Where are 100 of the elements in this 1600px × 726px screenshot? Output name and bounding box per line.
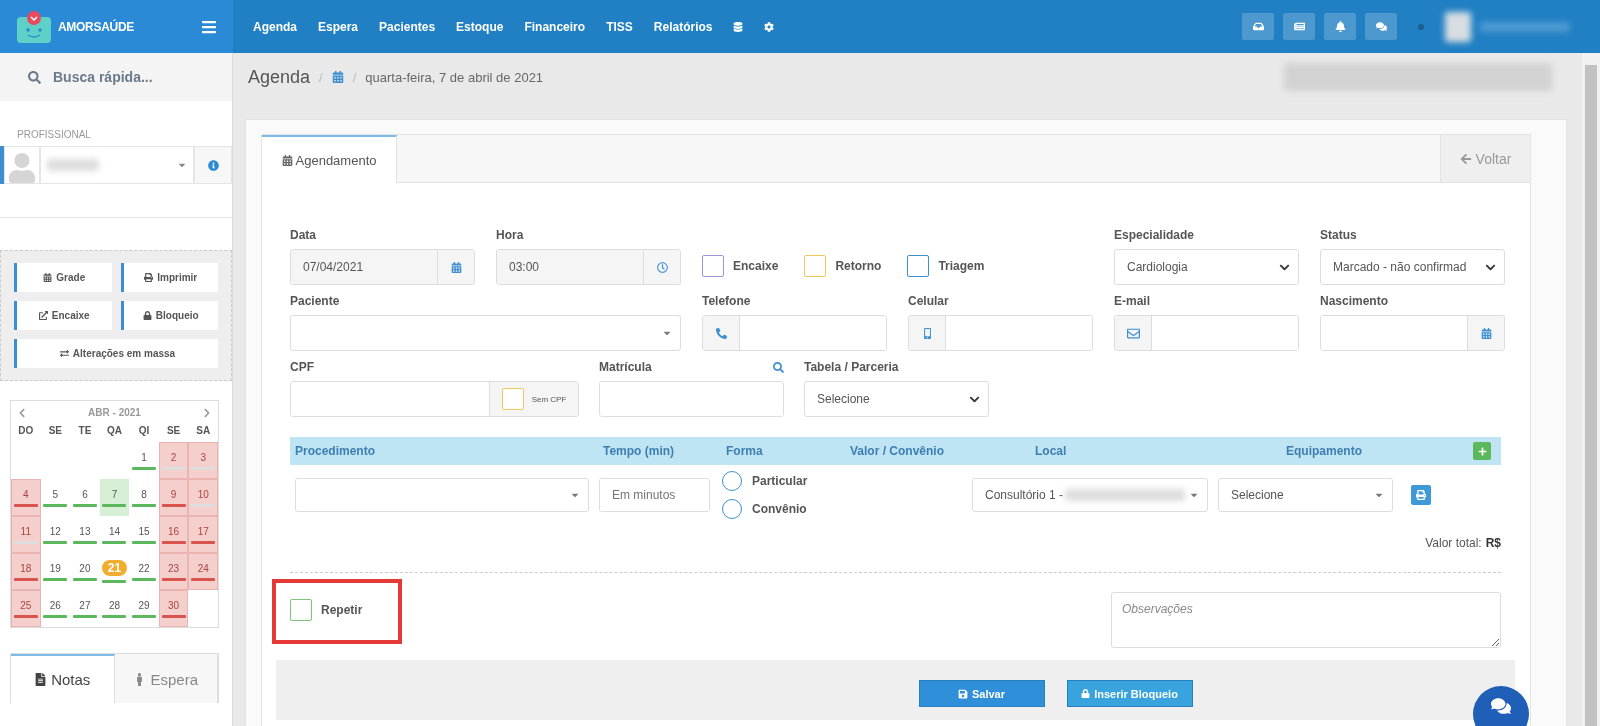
patient-select[interactable] [290, 315, 681, 351]
text-input[interactable]: 03:00 [497, 250, 643, 284]
radio-option[interactable]: Convênio [722, 499, 962, 519]
cpf-field[interactable]: Sem CPF [290, 381, 579, 417]
calendar-day[interactable]: 18 [11, 553, 41, 590]
calendar-day[interactable]: 24 [188, 553, 218, 590]
nav-link[interactable]: Relatórios [653, 19, 713, 34]
menu-icon[interactable] [201, 18, 217, 35]
table-select[interactable]: Selecione [804, 381, 989, 417]
checkbox[interactable] [501, 388, 524, 410]
column-header: Forma [726, 444, 764, 458]
calendar-day[interactable]: 4 [11, 479, 41, 516]
nav-link[interactable]: Espera [318, 19, 359, 34]
mobile-field[interactable] [908, 315, 1093, 351]
checkbox-option[interactable]: Retorno [804, 255, 882, 277]
radio-option[interactable]: Particular [722, 471, 962, 491]
action-button[interactable]: Grade [14, 263, 112, 292]
location-select[interactable]: Consultório 1 - [972, 478, 1208, 512]
phone-field[interactable] [702, 315, 887, 351]
bell-icon [1334, 21, 1346, 32]
printer-icon [144, 273, 154, 282]
calendar-day[interactable]: 11 [11, 516, 41, 553]
plus-icon [1477, 446, 1487, 456]
equipment-select[interactable]: Selecione [1218, 478, 1393, 512]
calendar-icon [43, 273, 53, 282]
search-icon[interactable] [773, 361, 784, 373]
calendar-day[interactable]: 25 [11, 590, 41, 627]
calendar-day[interactable]: 2 [158, 442, 189, 479]
nav-link[interactable]: Agenda [253, 19, 297, 34]
calendar-day[interactable]: 9 [158, 479, 189, 516]
birthdate-field[interactable] [1320, 315, 1505, 351]
scrollbar[interactable] [1582, 53, 1600, 726]
field-label: Especialidade [1114, 228, 1196, 242]
envelope-icon [1126, 326, 1140, 340]
database-icon[interactable] [733, 21, 744, 32]
page-title: Agenda [248, 66, 311, 88]
specialty-select[interactable]: Cardiologia [1114, 249, 1299, 285]
field-label: Celular [908, 294, 950, 308]
calendar-day[interactable]: 17 [188, 516, 218, 553]
add-button[interactable] [1473, 442, 1491, 460]
calendar-day[interactable]: 16 [158, 516, 189, 553]
form-tab[interactable]: Agendamento [262, 135, 397, 183]
brand-name: AMORSAÚDE [58, 19, 134, 34]
field-label: Status [1320, 228, 1358, 242]
notes-field[interactable]: Observações [1111, 592, 1501, 648]
email-field[interactable] [1114, 315, 1299, 351]
toolbar-button[interactable] [1365, 13, 1397, 40]
action-button[interactable]: Imprimir [120, 263, 218, 292]
checkbox-option[interactable]: Encaixe [702, 255, 779, 277]
next-month-icon[interactable] [202, 407, 212, 418]
toolbar-button[interactable] [1283, 13, 1315, 40]
settings-icon[interactable] [764, 21, 775, 32]
nav-link[interactable]: Financeiro [524, 19, 586, 34]
external-link-icon [38, 311, 48, 320]
field-label: Paciente [290, 294, 341, 308]
search-icon [28, 70, 41, 84]
calendar-day[interactable]: 30 [158, 590, 189, 627]
quick-search[interactable]: Busca rápida... [0, 53, 232, 101]
print-button[interactable] [1411, 485, 1431, 505]
action-button[interactable]: Alterações em massa [14, 339, 218, 368]
procedure-select[interactable] [295, 478, 589, 512]
nav-link[interactable]: TISS [606, 19, 633, 34]
minutes-field[interactable]: Em minutos [600, 479, 709, 511]
nav-link[interactable]: Estoque [456, 19, 504, 34]
checkbox-option[interactable]: Triagem [907, 255, 985, 277]
calendar-day[interactable]: 7 [99, 479, 130, 516]
weekday-label: DO [17, 424, 35, 438]
newspaper-icon [1293, 21, 1305, 32]
status-select[interactable]: Marcado - não confirmad [1320, 249, 1505, 285]
time-field[interactable]: 03:00 [496, 249, 681, 285]
calendar-day[interactable]: 10 [188, 479, 218, 516]
registration-field[interactable] [600, 382, 783, 416]
printer-icon [1416, 490, 1426, 500]
avatar-icon [4, 146, 40, 184]
action-button[interactable]: Bloqueio [120, 301, 218, 330]
lock-icon [142, 311, 152, 320]
text-input[interactable]: 07/04/2021 [291, 250, 437, 284]
phone-icon [715, 327, 727, 339]
column-header: Local [1035, 444, 1068, 458]
info-button[interactable] [194, 146, 232, 184]
date-field[interactable]: 07/04/2021 [290, 249, 475, 285]
toolbar-button[interactable] [1324, 13, 1356, 40]
sidebar-tab[interactable]: Notas [11, 654, 115, 703]
field-label: Telefone [702, 294, 752, 308]
action-button[interactable]: Encaixe [14, 301, 112, 330]
field-label: E-mail [1114, 294, 1151, 308]
chat-button[interactable] [1473, 686, 1529, 726]
document-icon [34, 673, 48, 686]
chat-icon [1375, 21, 1387, 32]
field-label: Matrícula [599, 360, 652, 374]
calendar-day[interactable]: 23 [158, 553, 189, 590]
nav-link[interactable]: Pacientes [379, 19, 436, 34]
prev-month-icon[interactable] [17, 407, 27, 418]
calendar-icon [331, 71, 344, 83]
column-header: Tempo (min) [603, 444, 676, 458]
total-value: R$ [1485, 536, 1501, 550]
checkbox-option[interactable]: Repetir [290, 599, 363, 621]
toolbar-button[interactable] [1242, 13, 1274, 40]
weekday-label: QA [106, 424, 123, 438]
calendar-day[interactable]: 3 [188, 442, 218, 479]
